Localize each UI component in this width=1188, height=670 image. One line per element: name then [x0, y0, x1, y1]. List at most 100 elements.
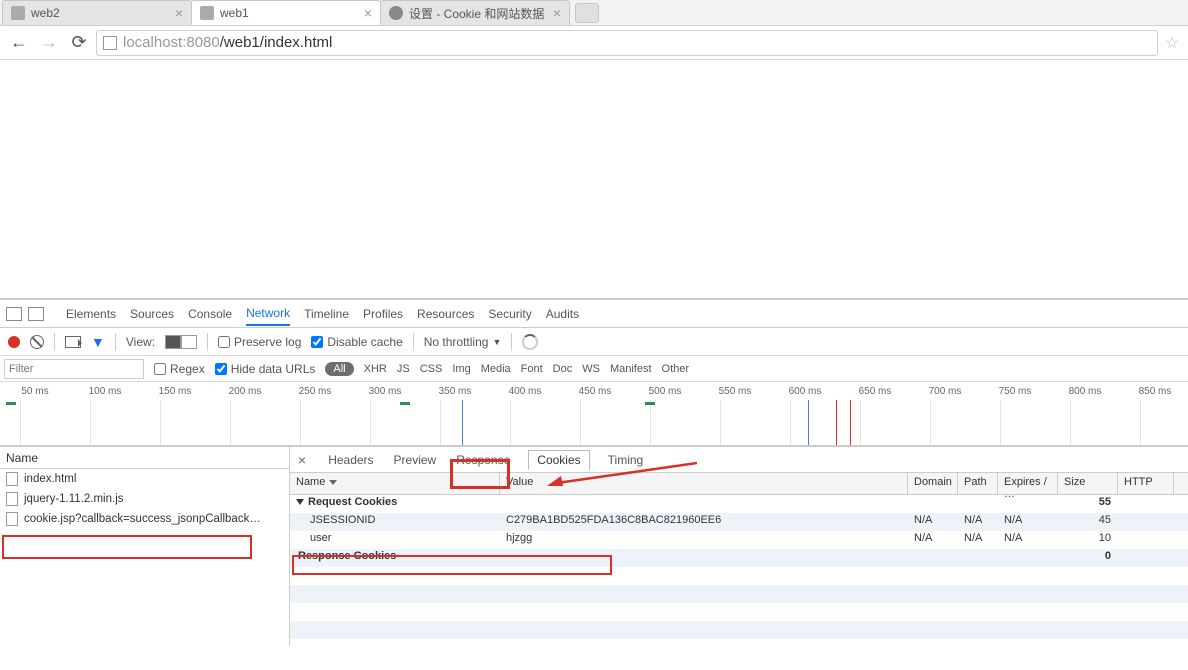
cookies-table: Name Value Domain Path Expires / … Size … — [290, 473, 1188, 646]
request-row-selected[interactable]: cookie.jsp?callback=success_jsonpCallbac… — [0, 509, 289, 529]
bookmark-star-icon[interactable]: ☆ — [1162, 33, 1182, 53]
detail-tab-response[interactable]: Response — [454, 451, 512, 469]
timeline-tick: 800 ms — [1050, 386, 1120, 397]
filter-input[interactable] — [4, 359, 144, 379]
table-row-empty — [290, 621, 1188, 639]
filter-manifest[interactable]: Manifest — [610, 363, 652, 375]
request-cookies-section[interactable]: Request Cookies 55 — [290, 495, 1188, 513]
new-tab-button[interactable] — [575, 3, 599, 23]
response-cookies-section[interactable]: Response Cookies 0 — [290, 549, 1188, 567]
tab-timeline[interactable]: Timeline — [304, 303, 349, 325]
reload-button[interactable]: ⟳ — [66, 30, 92, 56]
address-bar[interactable]: localhost:8080/web1/index.html — [96, 30, 1158, 56]
detail-tab-preview[interactable]: Preview — [392, 451, 439, 469]
filter-doc[interactable]: Doc — [553, 363, 573, 375]
clear-button[interactable] — [30, 335, 44, 349]
devtools-panel: Elements Sources Console Network Timelin… — [0, 298, 1188, 646]
record-button[interactable] — [8, 336, 20, 348]
forward-button[interactable]: → — [36, 30, 62, 56]
filter-all[interactable]: All — [325, 362, 353, 376]
divider — [413, 333, 414, 351]
filter-font[interactable]: Font — [521, 363, 543, 375]
detail-tab-headers[interactable]: Headers — [326, 451, 375, 469]
cookie-row[interactable]: JSESSIONID C279BA1BD525FDA136C8BAC821960… — [290, 513, 1188, 531]
tab-elements[interactable]: Elements — [66, 303, 116, 325]
tab-security[interactable]: Security — [488, 303, 531, 325]
file-icon — [6, 492, 18, 506]
browser-tab[interactable]: web2 × — [2, 0, 192, 25]
filter-js[interactable]: JS — [397, 363, 410, 375]
close-icon[interactable]: × — [553, 5, 561, 21]
triangle-down-icon — [296, 499, 304, 505]
filter-css[interactable]: CSS — [420, 363, 443, 375]
divider — [115, 333, 116, 351]
request-list-header[interactable]: Name — [0, 447, 289, 469]
filter-icon[interactable]: ▼ — [91, 334, 105, 350]
tab-resources[interactable]: Resources — [417, 303, 474, 325]
detail-tab-timing[interactable]: Timing — [606, 451, 646, 469]
url-port: :8080 — [182, 34, 220, 51]
view-toggle[interactable] — [165, 335, 197, 349]
network-timeline[interactable]: 50 ms100 ms150 ms200 ms250 ms300 ms350 m… — [0, 382, 1188, 446]
col-path: Path — [958, 473, 998, 494]
browser-tab-active[interactable]: web1 × — [191, 0, 381, 25]
timeline-tick: 700 ms — [910, 386, 980, 397]
col-expires: Expires / … — [998, 473, 1058, 494]
preserve-log-checkbox[interactable]: Preserve log — [218, 335, 301, 349]
tab-audits[interactable]: Audits — [546, 303, 579, 325]
request-detail: × Headers Preview Response Cookies Timin… — [290, 447, 1188, 646]
filter-media[interactable]: Media — [481, 363, 511, 375]
timeline-tick: 550 ms — [700, 386, 770, 397]
screenshot-icon[interactable] — [65, 336, 81, 348]
spinner-icon — [522, 334, 538, 350]
timeline-tick: 300 ms — [350, 386, 420, 397]
browser-tab[interactable]: 设置 - Cookie 和网站数据 × — [380, 0, 570, 25]
request-row[interactable]: index.html — [0, 469, 289, 489]
page-content — [0, 60, 1188, 298]
tab-sources[interactable]: Sources — [130, 303, 174, 325]
table-row-empty — [290, 603, 1188, 621]
cookie-row[interactable]: user hjzgg N/A N/A N/A 10 — [290, 531, 1188, 549]
filter-other[interactable]: Other — [662, 363, 690, 375]
timeline-vline — [836, 400, 837, 445]
timeline-tick: 600 ms — [770, 386, 840, 397]
request-row[interactable]: jquery-1.11.2.min.js — [0, 489, 289, 509]
cookies-header-row[interactable]: Name Value Domain Path Expires / … Size … — [290, 473, 1188, 495]
back-button[interactable]: ← — [6, 30, 32, 56]
filter-ws[interactable]: WS — [582, 363, 600, 375]
col-domain: Domain — [908, 473, 958, 494]
tab-title: 设置 - Cookie 和网站数据 — [409, 5, 544, 22]
devtools-tabs: Elements Sources Console Network Timelin… — [0, 300, 1188, 328]
timeline-tick: 850 ms — [1120, 386, 1188, 397]
close-detail-icon[interactable]: × — [298, 452, 306, 468]
inspect-icon[interactable] — [6, 307, 22, 321]
timeline-tick: 650 ms — [840, 386, 910, 397]
filter-img[interactable]: Img — [452, 363, 470, 375]
close-icon[interactable]: × — [364, 5, 372, 21]
close-icon[interactable]: × — [175, 5, 183, 21]
timeline-marker — [645, 402, 655, 405]
tab-console[interactable]: Console — [188, 303, 232, 325]
detail-tab-cookies[interactable]: Cookies — [528, 450, 589, 470]
filter-xhr[interactable]: XHR — [364, 363, 387, 375]
regex-checkbox[interactable]: Regex — [154, 362, 205, 376]
tab-title: web2 — [31, 6, 60, 20]
divider — [511, 333, 512, 351]
timeline-tick: 100 ms — [70, 386, 140, 397]
favicon-icon — [200, 6, 214, 20]
timeline-marker — [400, 402, 410, 405]
browser-tab-bar: web2 × web1 × 设置 - Cookie 和网站数据 × — [0, 0, 1188, 26]
disable-cache-checkbox[interactable]: Disable cache — [311, 335, 402, 349]
throttling-select[interactable]: No throttling ▼ — [424, 335, 502, 349]
device-mode-icon[interactable] — [28, 307, 44, 321]
favicon-icon — [11, 6, 25, 20]
tab-profiles[interactable]: Profiles — [363, 303, 403, 325]
timeline-tick: 750 ms — [980, 386, 1050, 397]
tab-network[interactable]: Network — [246, 302, 290, 326]
gear-icon — [389, 6, 403, 20]
hide-data-urls-checkbox[interactable]: Hide data URLs — [215, 362, 316, 376]
timeline-tick: 200 ms — [210, 386, 280, 397]
col-http: HTTP — [1118, 473, 1174, 494]
timeline-tick: 400 ms — [490, 386, 560, 397]
timeline-marker — [6, 402, 16, 405]
